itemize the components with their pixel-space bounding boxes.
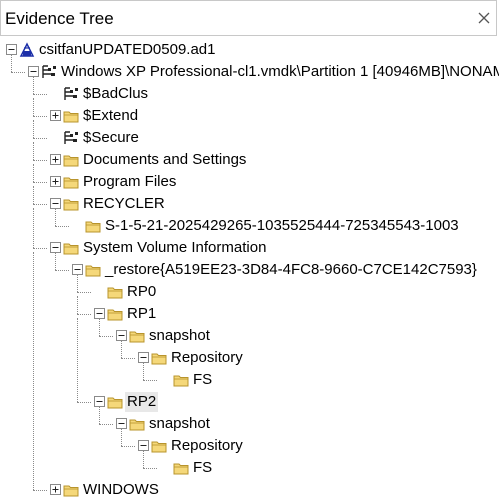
folder-icon [173, 463, 189, 475]
evidence-icon [19, 42, 35, 57]
folder-icon [151, 441, 167, 453]
folder-icon [173, 375, 189, 387]
folder-icon [129, 331, 145, 343]
tree-node[interactable]: FS [0, 369, 499, 391]
tree-node-label: snapshot [149, 415, 210, 432]
partition-icon [64, 87, 78, 100]
tree-node-label: RP2 [125, 392, 159, 412]
tree-node[interactable]: Repository [0, 347, 499, 369]
collapse-icon[interactable] [116, 330, 127, 341]
tree-node-label: csitfanUPDATED0509.ad1 [39, 41, 216, 58]
tree-node-label: Repository [171, 437, 243, 454]
tree-node-label: $Secure [83, 129, 139, 146]
tree-node-label: _restore{A519EE23-3D84-4FC8-9660-C7CE142… [105, 261, 477, 278]
close-icon[interactable] [476, 10, 492, 26]
folder-icon [63, 177, 79, 189]
folder-icon [129, 419, 145, 431]
tree-node[interactable]: $BadClus [0, 83, 499, 105]
tree-node[interactable]: Documents and Settings [0, 149, 499, 171]
tree-node-label: System Volume Information [83, 239, 267, 256]
tree-node-label: RECYCLER [83, 195, 165, 212]
collapse-icon[interactable] [116, 418, 127, 429]
folder-icon [63, 111, 79, 123]
folder-icon [63, 243, 79, 255]
tree-node[interactable]: RECYCLER [0, 193, 499, 215]
tree-node[interactable]: csitfanUPDATED0509.ad1 [0, 39, 499, 61]
collapse-icon[interactable] [94, 308, 105, 319]
tree-node[interactable]: Windows XP Professional-cl1.vmdk\Partiti… [0, 61, 499, 83]
folder-icon [85, 265, 101, 277]
tree-node[interactable]: $Extend [0, 105, 499, 127]
collapse-icon[interactable] [50, 242, 61, 253]
folder-icon [63, 155, 79, 167]
tree-node[interactable]: $Secure [0, 127, 499, 149]
expand-icon[interactable] [50, 110, 61, 121]
tree-node-label: FS [193, 459, 213, 476]
tree-node[interactable]: _restore{A519EE23-3D84-4FC8-9660-C7CE142… [0, 259, 499, 281]
tree-node-label: Windows XP Professional-cl1.vmdk\Partiti… [61, 63, 499, 80]
tree-node-label: $Extend [83, 107, 139, 124]
folder-icon [63, 485, 79, 497]
tree-node-label: $BadClus [83, 85, 149, 102]
tree-node[interactable]: System Volume Information [0, 237, 499, 259]
folder-icon [107, 397, 123, 409]
folder-icon [107, 309, 123, 321]
tree-node-label: RP0 [127, 283, 157, 300]
collapse-icon[interactable] [138, 352, 149, 363]
tree-node[interactable]: snapshot [0, 325, 499, 347]
tree-node[interactable]: snapshot [0, 413, 499, 435]
collapse-icon[interactable] [94, 396, 105, 407]
collapse-icon[interactable] [28, 66, 39, 77]
tree-node[interactable]: Repository [0, 435, 499, 457]
tree-node-label: Program Files [83, 173, 177, 190]
tree-node[interactable]: FS [0, 457, 499, 479]
tree-node-label: WINDOWS [83, 481, 159, 498]
collapse-icon[interactable] [6, 44, 17, 55]
tree-node-label: FS [193, 371, 213, 388]
tree-node[interactable]: Program Files [0, 171, 499, 193]
tree-node-label: RP1 [127, 305, 157, 322]
tree-node[interactable]: S-1-5-21-2025429265-1035525444-725345543… [0, 215, 499, 237]
tree-node[interactable]: RP0 [0, 281, 499, 303]
collapse-icon[interactable] [72, 264, 83, 275]
folder-icon [151, 353, 167, 365]
partition-icon [64, 131, 78, 144]
tree-node-label: Repository [171, 349, 243, 366]
evidence-tree[interactable]: csitfanUPDATED0509.ad1 Windows XP Profess… [0, 37, 499, 503]
expand-icon[interactable] [50, 484, 61, 495]
folder-icon [63, 199, 79, 211]
tree-node[interactable]: RP1 [0, 303, 499, 325]
folder-icon [85, 221, 101, 233]
tree-node[interactable]: RP2 [0, 391, 499, 413]
tree-node-label: snapshot [149, 327, 210, 344]
panel-title: Evidence Tree [5, 9, 114, 28]
collapse-icon[interactable] [138, 440, 149, 451]
tree-node[interactable]: WINDOWS [0, 479, 499, 501]
partition-icon [42, 65, 56, 78]
expand-icon[interactable] [50, 176, 61, 187]
collapse-icon[interactable] [50, 198, 61, 209]
tree-node-label: S-1-5-21-2025429265-1035525444-725345543… [105, 217, 459, 234]
evidence-tree-header: Evidence Tree [0, 0, 497, 36]
expand-icon[interactable] [50, 154, 61, 165]
folder-icon [107, 287, 123, 299]
tree-node-label: Documents and Settings [83, 151, 247, 168]
